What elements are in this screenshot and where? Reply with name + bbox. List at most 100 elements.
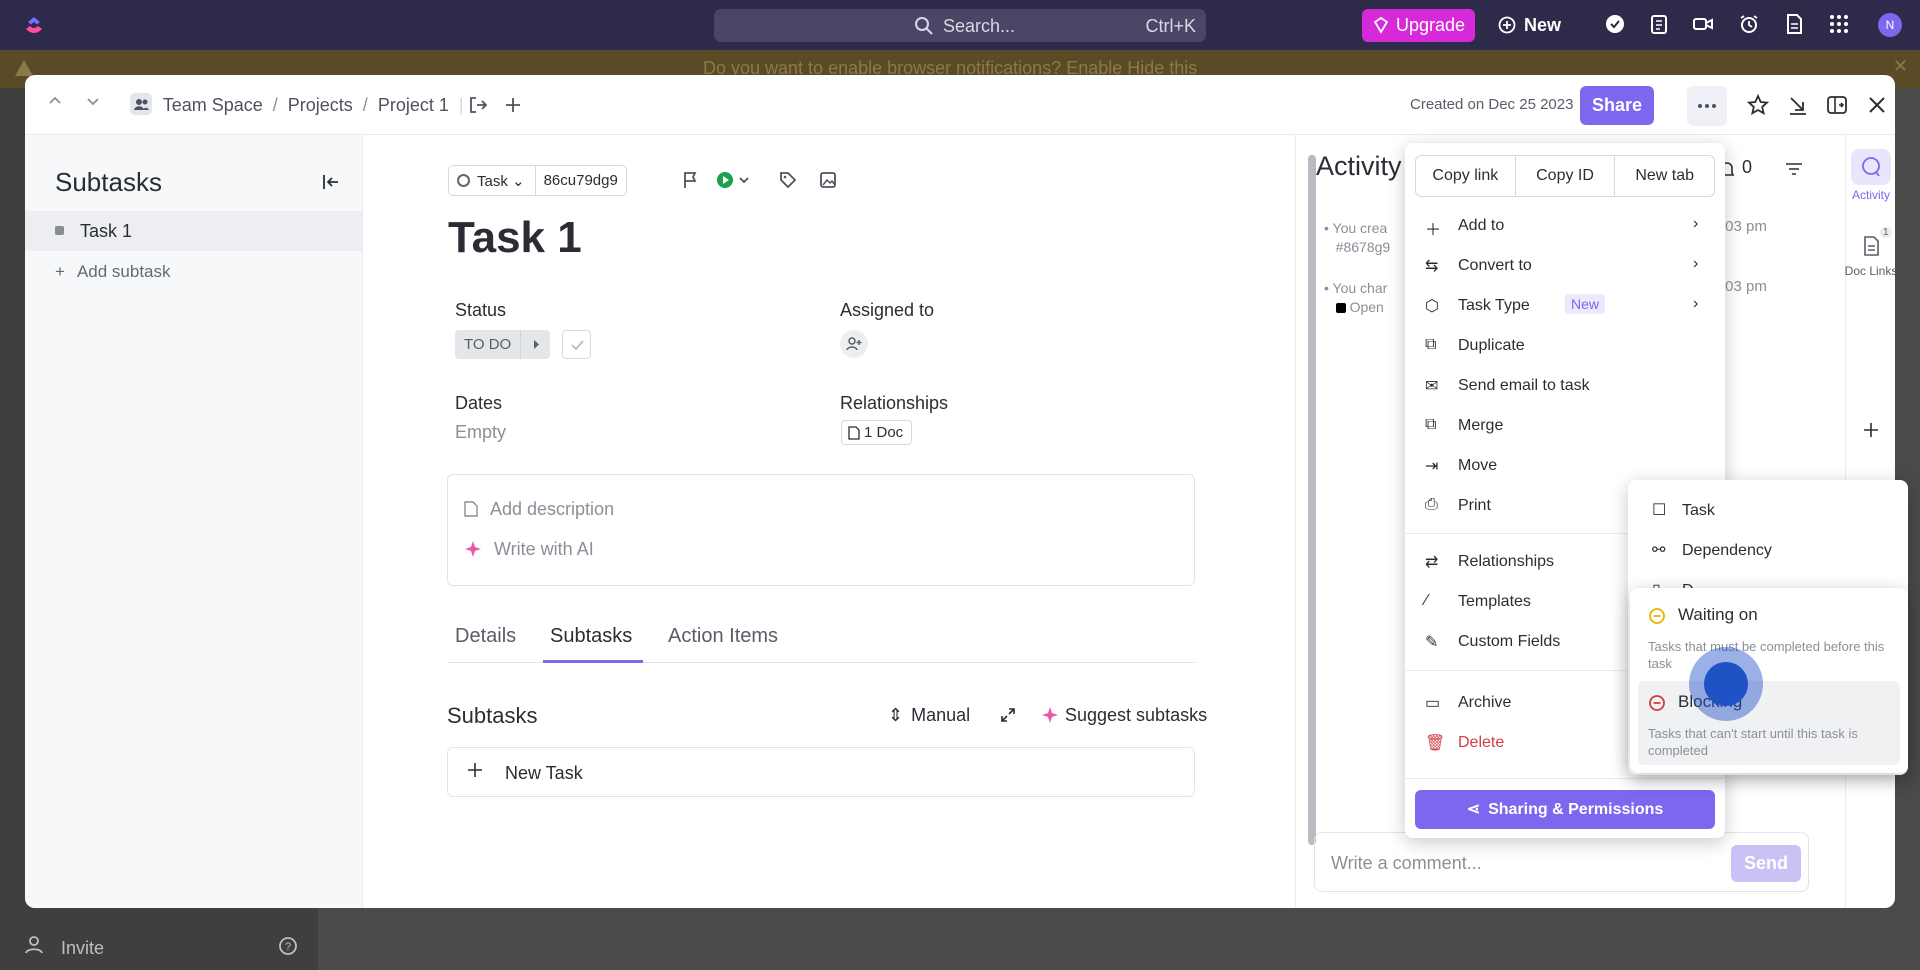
chat-icon [1851,149,1891,185]
activity-time: :03 pm [1721,218,1767,235]
minimize-icon[interactable] [1787,94,1809,116]
menu-item-label: Send email to task [1458,377,1590,394]
task-id[interactable]: 86cu79dg9 [536,166,626,195]
add-assignee-button[interactable] [840,330,868,358]
add-user-icon [846,337,862,351]
manual-label: Manual [911,705,971,725]
plus-icon[interactable] [1862,421,1880,439]
menu-divider [1405,778,1725,779]
more-options-button[interactable] [1687,86,1727,126]
dates-value[interactable]: Empty [455,422,506,443]
task-type-dropdown[interactable]: Task ⌄ [449,166,536,195]
plus-icon[interactable] [503,95,523,115]
task-title[interactable]: Task 1 [448,213,582,263]
document-icon [464,501,478,517]
complete-checkbox[interactable] [562,330,591,359]
duplicate-icon: ⧉ [1425,336,1437,353]
relationship-dependency[interactable]: ⚯ Dependency [1652,540,1772,560]
collapse-panel-icon[interactable] [321,172,341,192]
status-next-arrow[interactable] [520,330,550,359]
dependency-blocking[interactable]: Blocking Tasks that can't start until th… [1638,681,1900,765]
relationship-task[interactable]: ☐ Task [1652,500,1715,520]
task-main: Task ⌄ 86cu79dg9 Task 1 Status TO DO Ass… [363,135,1295,908]
breadcrumb-projects[interactable]: Projects [288,95,353,115]
dates-label: Dates [455,393,503,413]
plus-icon: + [55,262,65,281]
cube-icon: ⬡ [1425,298,1439,315]
top-bar: Search... Ctrl+K Upgrade New N [0,0,1920,50]
write-with-ai[interactable]: Write with AI [464,539,594,560]
new-tab-button[interactable]: New tab [1615,156,1714,196]
flag-icon[interactable] [681,171,699,189]
tab-details[interactable]: Details [455,625,516,648]
add-subtask-button[interactable]: + Add subtask [55,262,171,282]
filter-icon[interactable] [1784,161,1804,177]
send-button[interactable]: Send [1731,845,1801,882]
sharing-permissions-button[interactable]: ⋖ Sharing & Permissions [1415,790,1715,829]
invite-link[interactable]: Invite [24,934,104,959]
status-pill[interactable]: TO DO [455,330,550,359]
dependency-waiting-on[interactable]: Waiting on Tasks that must be completed … [1638,594,1900,678]
status-dot [55,226,64,235]
comment-box[interactable]: Write a comment... Send [1314,832,1809,892]
sparkle-icon [1042,707,1058,723]
play-icon[interactable] [716,171,750,189]
relationship-doc-chip[interactable]: 1 Doc [841,420,913,445]
new-label: New [1524,15,1562,35]
task-type-selector[interactable]: Task ⌄ 86cu79dg9 [448,165,627,196]
modal-header: Team Space / Projects / Project 1 | Created o… [25,75,1895,135]
add-description[interactable]: Add description [464,499,614,520]
help-icon[interactable]: ? [278,936,298,956]
tab-action-items[interactable]: Action Items [668,625,778,648]
subtask-item[interactable]: Task 1 [25,211,362,251]
status-value: TO DO [464,336,512,353]
rail-activity[interactable]: Activity [1834,149,1895,202]
relationships-label: Relationships [840,393,949,413]
copy-id-button[interactable]: Copy ID [1516,156,1616,196]
upgrade-button[interactable]: Upgrade [1362,9,1475,42]
menu-item-label: Archive [1458,694,1512,711]
rail-activity-label: Activity [1851,188,1890,202]
share-button[interactable]: Share [1580,86,1654,125]
activity-title: Activity [1316,151,1402,181]
check-circle-icon[interactable] [1604,13,1626,35]
clickup-logo-icon[interactable] [22,13,46,37]
activity-line: Open [1349,299,1384,315]
tag-icon[interactable] [779,171,797,189]
menu-item-label: Relationships [1458,553,1555,570]
chevron-up-icon[interactable] [47,93,63,109]
document-icon[interactable] [1783,13,1805,35]
close-icon[interactable]: ✕ [1893,56,1908,77]
copy-link-button[interactable]: Copy link [1416,156,1516,196]
sort-manual-button[interactable]: ⇕ Manual [888,705,970,726]
notepad-icon[interactable] [1648,13,1670,35]
expand-icon[interactable] [999,706,1017,724]
sharing-label: Sharing & Permissions [1488,801,1664,818]
search-shortcut: Ctrl+K [1145,16,1196,36]
relationship-doc-label: 1 Doc [864,424,904,441]
close-icon[interactable] [1866,94,1888,116]
alarm-icon[interactable] [1738,13,1760,35]
breadcrumb-project[interactable]: Project 1 [378,95,449,115]
image-icon[interactable] [819,171,837,189]
video-icon[interactable] [1692,13,1714,35]
write-with-ai-label: Write with AI [494,539,594,559]
description-box[interactable]: Add description Write with AI [447,474,1195,586]
comment-placeholder: Write a comment... [1331,853,1482,873]
suggest-subtasks-button[interactable]: Suggest subtasks [1041,705,1207,726]
search-bar[interactable]: Search... Ctrl+K [714,9,1206,42]
menu-item-label: Move [1458,457,1498,474]
new-button[interactable]: New [1498,9,1561,42]
apps-grid-icon[interactable] [1828,13,1850,35]
status-square [1335,303,1346,313]
breadcrumb-team-space[interactable]: Team Space [163,95,263,115]
tab-subtasks[interactable]: Subtasks [550,625,632,648]
layout-toggle-icon[interactable] [1826,94,1848,116]
user-avatar[interactable]: N [1878,13,1902,37]
new-task-row[interactable]: New Task [447,747,1195,797]
chevron-down-icon[interactable] [85,93,101,109]
menu-item-label: Duplicate [1458,337,1525,354]
activity-line: You crea [1332,220,1388,236]
star-icon[interactable] [1747,94,1769,116]
move-icon[interactable] [468,95,488,115]
